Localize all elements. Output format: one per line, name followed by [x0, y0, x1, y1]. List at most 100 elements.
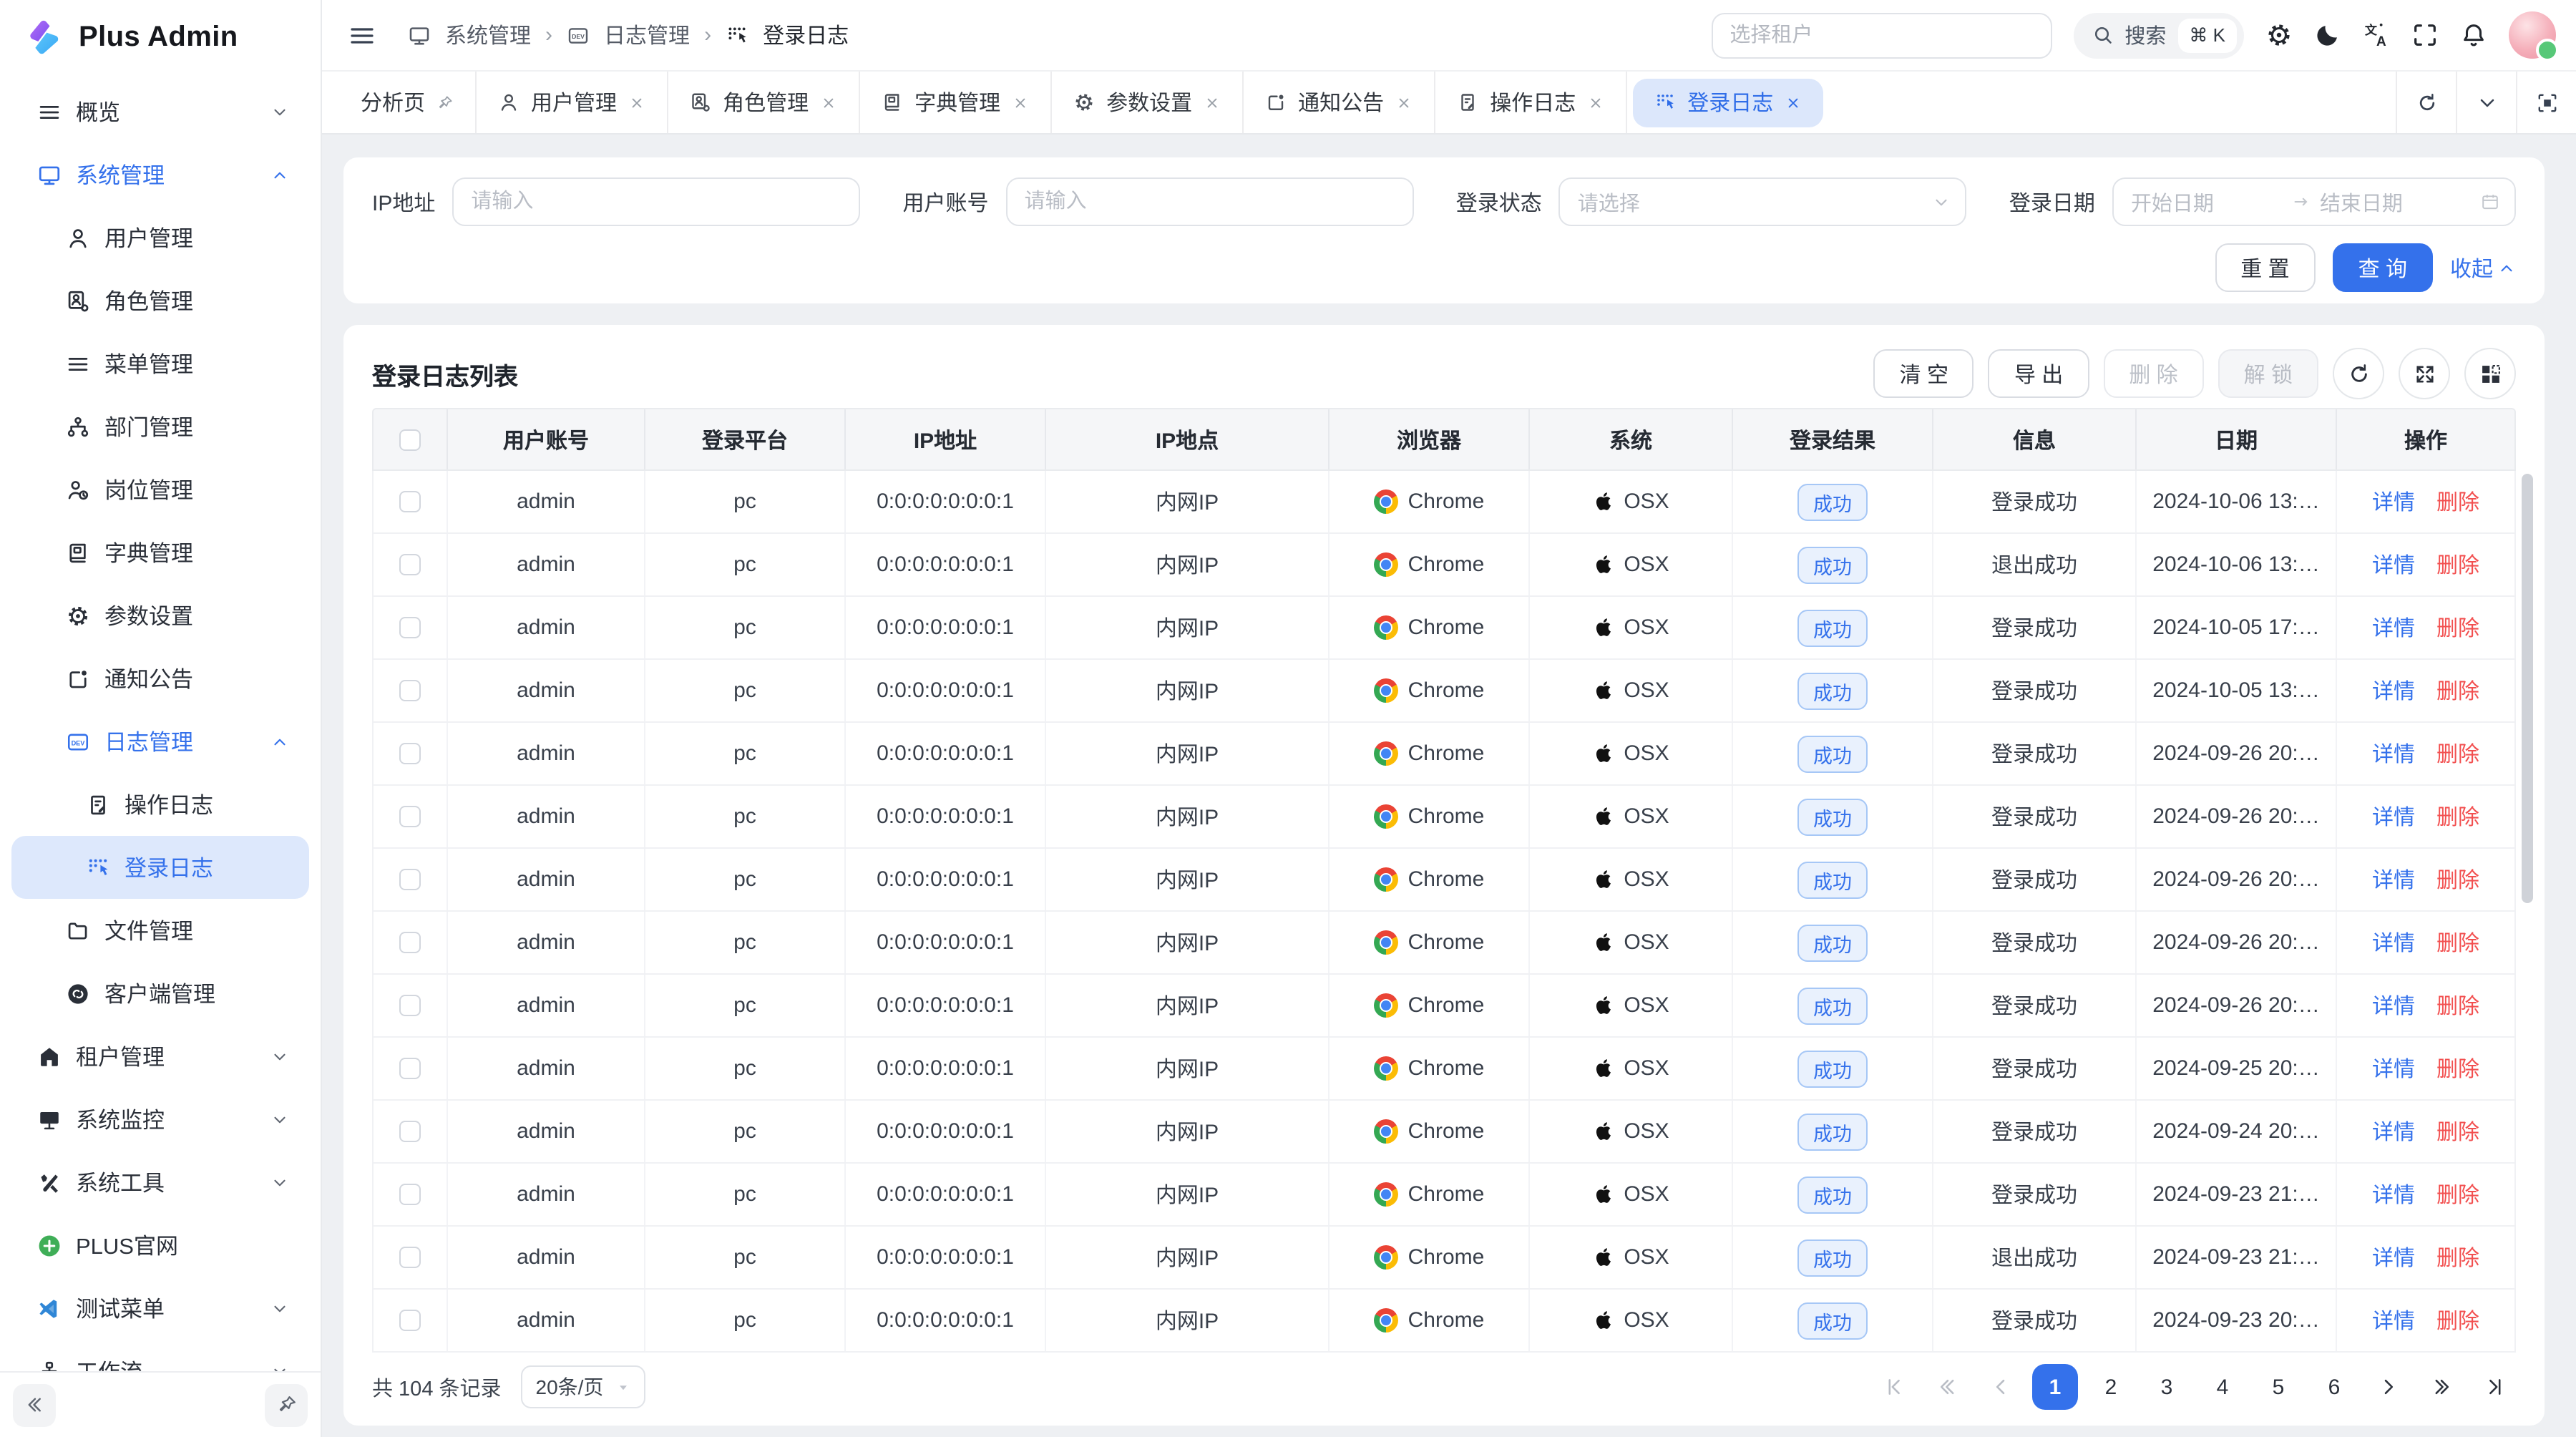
delete-link[interactable]: 删除: [2436, 676, 2479, 706]
account-input[interactable]: [1006, 177, 1414, 226]
tab-user-management[interactable]: 用户管理: [477, 72, 668, 133]
tab-close-icon[interactable]: [1785, 94, 1802, 111]
global-search-button[interactable]: 搜索 ⌘ K: [2073, 12, 2244, 58]
tab-operation-log[interactable]: 操作日志: [1435, 72, 1627, 133]
delete-link[interactable]: 删除: [2436, 1242, 2479, 1272]
table-scrollbar[interactable]: [2522, 474, 2533, 903]
row-checkbox[interactable]: [399, 491, 421, 512]
tab-close-icon[interactable]: [1012, 94, 1029, 111]
sidebar-item-tenant-management[interactable]: 租户管理: [11, 1025, 309, 1088]
breadcrumb-item[interactable]: › DEV 日志管理: [545, 20, 690, 50]
table-fullscreen-button[interactable]: [2399, 348, 2450, 399]
sidebar-item-system-tools[interactable]: 系统工具: [11, 1151, 309, 1214]
first-page-button[interactable]: [1873, 1365, 1916, 1408]
fullscreen-icon[interactable]: [2411, 21, 2439, 49]
search-button[interactable]: 查 询: [2333, 243, 2433, 292]
detail-link[interactable]: 详情: [2372, 1305, 2415, 1335]
delete-link[interactable]: 删除: [2436, 1116, 2479, 1146]
row-checkbox[interactable]: [399, 995, 421, 1016]
delete-link[interactable]: 删除: [2436, 613, 2479, 643]
page-size-select[interactable]: 20条/页: [522, 1365, 645, 1408]
sidebar-item-role-management[interactable]: 角色管理: [11, 269, 309, 332]
detail-link[interactable]: 详情: [2372, 1053, 2415, 1083]
sidebar-item-user-management[interactable]: 用户管理: [11, 206, 309, 269]
tab-analysis[interactable]: 分析页: [339, 72, 477, 133]
export-button[interactable]: 导 出: [1989, 349, 2089, 398]
delete-link[interactable]: 删除: [2436, 550, 2479, 580]
dark-mode-moon-icon[interactable]: [2314, 21, 2341, 49]
tab-list-chevron-icon[interactable]: [2456, 72, 2516, 133]
page-number-button[interactable]: 5: [2255, 1364, 2301, 1410]
sidebar-item-test-menu[interactable]: 测试菜单: [11, 1277, 309, 1340]
prev-page-button[interactable]: [1979, 1365, 2022, 1408]
row-checkbox[interactable]: [399, 1310, 421, 1331]
delete-link[interactable]: 删除: [2436, 864, 2479, 895]
tab-close-icon[interactable]: [1204, 94, 1221, 111]
sidebar-item-notice[interactable]: 通知公告: [11, 647, 309, 710]
delete-link[interactable]: 删除: [2436, 1053, 2479, 1083]
delete-link[interactable]: 删除: [2436, 487, 2479, 517]
delete-link[interactable]: 删除: [2436, 739, 2479, 769]
collapse-filter-link[interactable]: 收起: [2450, 253, 2516, 283]
row-checkbox[interactable]: [399, 743, 421, 764]
row-checkbox[interactable]: [399, 869, 421, 890]
column-settings-button[interactable]: [2464, 348, 2516, 399]
page-number-button[interactable]: 6: [2311, 1364, 2357, 1410]
detail-link[interactable]: 详情: [2372, 613, 2415, 643]
sidebar-item-overview[interactable]: 概览: [11, 80, 309, 143]
delete-link[interactable]: 删除: [2436, 802, 2479, 832]
detail-link[interactable]: 详情: [2372, 1179, 2415, 1209]
delete-link[interactable]: 删除: [2436, 1179, 2479, 1209]
detail-link[interactable]: 详情: [2372, 487, 2415, 517]
detail-link[interactable]: 详情: [2372, 990, 2415, 1020]
breadcrumb-item[interactable]: › 系统管理: [408, 20, 531, 50]
delete-button[interactable]: 删 除: [2103, 349, 2203, 398]
tab-close-icon[interactable]: [436, 94, 454, 111]
gear-icon[interactable]: [2265, 21, 2293, 49]
sidebar-item-plus-website[interactable]: PLUS官网: [11, 1214, 309, 1277]
back-10-pages-button[interactable]: [1926, 1365, 1969, 1408]
sidebar-item-operation-log[interactable]: 操作日志: [11, 773, 309, 836]
sidebar-item-system-management[interactable]: 系统管理: [11, 143, 309, 206]
login-status-select[interactable]: 请选择: [1559, 177, 1967, 226]
reset-button[interactable]: 重 置: [2215, 243, 2315, 292]
row-checkbox[interactable]: [399, 1184, 421, 1205]
sidebar-item-post-management[interactable]: 岗位管理: [11, 458, 309, 521]
row-checkbox[interactable]: [399, 1058, 421, 1079]
sidebar-item-system-monitor[interactable]: 系统监控: [11, 1088, 309, 1151]
sidebar-item-param-settings[interactable]: 参数设置: [11, 584, 309, 647]
tab-role-management[interactable]: 角色管理: [668, 72, 860, 133]
row-checkbox[interactable]: [399, 680, 421, 701]
clear-button[interactable]: 清 空: [1874, 349, 1974, 398]
next-page-button[interactable]: [2367, 1365, 2410, 1408]
delete-link[interactable]: 删除: [2436, 1305, 2479, 1335]
row-checkbox[interactable]: [399, 617, 421, 638]
tab-param-settings[interactable]: 参数设置: [1052, 72, 1244, 133]
tab-close-icon[interactable]: [1395, 94, 1413, 111]
tab-close-icon[interactable]: [1587, 94, 1604, 111]
detail-link[interactable]: 详情: [2372, 1116, 2415, 1146]
sidebar-toggle-icon[interactable]: [348, 21, 376, 49]
detail-link[interactable]: 详情: [2372, 676, 2415, 706]
page-number-button[interactable]: 2: [2088, 1364, 2134, 1410]
breadcrumb-item[interactable]: › 登录日志: [704, 20, 849, 50]
row-checkbox[interactable]: [399, 932, 421, 953]
sidebar-item-workflow[interactable]: 工作流: [11, 1340, 309, 1371]
sidebar-item-login-log[interactable]: 登录日志: [11, 836, 309, 899]
detail-link[interactable]: 详情: [2372, 1242, 2415, 1272]
sidebar-item-client-management[interactable]: 客户端管理: [11, 962, 309, 1025]
forward-10-pages-button[interactable]: [2420, 1365, 2463, 1408]
login-date-range-picker[interactable]: 开始日期 结束日期: [2112, 177, 2516, 226]
translate-icon[interactable]: 文A: [2363, 21, 2390, 49]
sidebar-item-file-management[interactable]: 文件管理: [11, 899, 309, 962]
sidebar-pin-button[interactable]: [265, 1383, 308, 1426]
notification-bell-icon[interactable]: [2460, 21, 2487, 49]
tab-login-log[interactable]: 登录日志: [1633, 78, 1823, 127]
detail-link[interactable]: 详情: [2372, 802, 2415, 832]
unlock-button[interactable]: 解 锁: [2218, 349, 2318, 398]
page-number-button[interactable]: 4: [2200, 1364, 2245, 1410]
page-number-button[interactable]: 3: [2144, 1364, 2190, 1410]
detail-link[interactable]: 详情: [2372, 864, 2415, 895]
tab-close-icon[interactable]: [628, 94, 645, 111]
row-checkbox[interactable]: [399, 806, 421, 827]
